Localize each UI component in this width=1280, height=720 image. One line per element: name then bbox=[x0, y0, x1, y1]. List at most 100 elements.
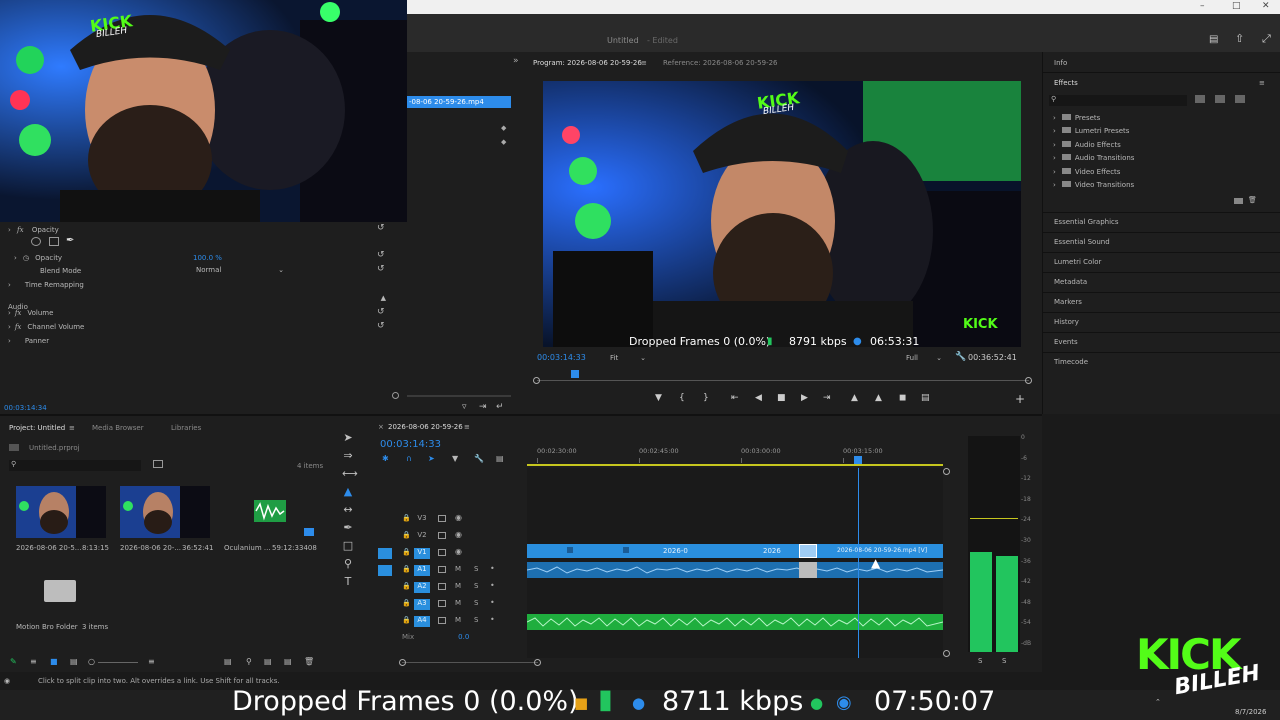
playhead-handle[interactable] bbox=[854, 456, 862, 464]
project-item-thumb[interactable] bbox=[16, 486, 106, 538]
blend-mode-dropdown[interactable]: Normal ⌄ bbox=[196, 266, 286, 274]
right-panel-section[interactable]: Timecode bbox=[1043, 352, 1280, 372]
lift-icon[interactable]: ▲ bbox=[851, 393, 858, 403]
solo-button[interactable]: S bbox=[474, 582, 478, 590]
comparison-icon[interactable]: ▤ bbox=[921, 393, 930, 403]
microphone-icon[interactable]: • bbox=[490, 615, 495, 624]
minimize-button[interactable]: – bbox=[1200, 1, 1205, 11]
linked-selection-icon[interactable]: ➤ bbox=[428, 454, 435, 463]
track-header[interactable]: 🔒 A2 M S • bbox=[378, 580, 526, 596]
folder-taskbar-icon[interactable]: ■ bbox=[574, 694, 588, 712]
accelerated-filter-icon[interactable] bbox=[1195, 95, 1205, 103]
sequence-tab[interactable]: 2026-08-06 20-59-26 bbox=[388, 423, 463, 431]
zoom-slider-handle[interactable]: ○ bbox=[88, 657, 95, 666]
time-remap-row[interactable]: › Time Remapping bbox=[8, 281, 84, 289]
track-header[interactable]: 🔒 A3 M S • bbox=[378, 597, 526, 613]
new-bin-from-search-icon[interactable] bbox=[153, 460, 163, 468]
freeform-view-icon[interactable]: ▤ bbox=[70, 657, 78, 666]
scroll-handle[interactable] bbox=[943, 650, 950, 657]
resolution-dropdown[interactable]: Full ⌄ bbox=[906, 354, 942, 362]
track-target[interactable] bbox=[378, 514, 392, 525]
tab-reference[interactable]: Reference: 2026-08-06 20-59-26 bbox=[663, 59, 778, 67]
mute-button[interactable]: M bbox=[455, 616, 461, 624]
automate-icon[interactable]: ▤ bbox=[224, 657, 232, 666]
selected-audio-segment[interactable] bbox=[799, 562, 817, 578]
effects-tab[interactable]: Effects bbox=[1054, 79, 1078, 87]
scroll-handle[interactable] bbox=[943, 468, 950, 475]
solo-button[interactable]: S bbox=[474, 565, 478, 573]
scroll-handle[interactable] bbox=[399, 659, 406, 666]
wrench-icon[interactable]: 🔧 bbox=[955, 352, 966, 362]
track-header[interactable]: 🔒 V3 ◉ bbox=[378, 512, 526, 528]
effects-tree-item[interactable]: › Audio Transitions bbox=[1053, 154, 1134, 162]
rect-mask-icon[interactable] bbox=[49, 237, 59, 246]
solo-button[interactable]: S bbox=[474, 599, 478, 607]
collapse-icon[interactable]: ▲ bbox=[381, 294, 386, 302]
keyframe-icon[interactable]: ◆ bbox=[501, 124, 506, 132]
pen-tool-icon[interactable]: ✒ bbox=[342, 522, 354, 534]
step-forward-icon[interactable]: ▶ bbox=[801, 393, 808, 403]
reset-icon[interactable]: ↺ bbox=[377, 321, 385, 331]
xbox-taskbar-icon[interactable]: ● bbox=[810, 694, 823, 712]
ripple-edit-tool-icon[interactable]: ⟷ bbox=[342, 468, 358, 480]
list-view-icon[interactable]: ≡ bbox=[30, 657, 37, 666]
work-area-bar[interactable] bbox=[527, 464, 943, 466]
expand-panel-icon[interactable]: » bbox=[513, 56, 519, 66]
info-tab[interactable]: Info bbox=[1054, 59, 1067, 67]
track-target[interactable] bbox=[378, 531, 392, 542]
solo-button[interactable]: S bbox=[474, 616, 478, 624]
right-panel-section[interactable]: Metadata bbox=[1043, 272, 1280, 292]
reset-icon[interactable]: ↺ bbox=[377, 307, 385, 317]
mark-in-icon[interactable]: { bbox=[679, 393, 685, 403]
microphone-icon[interactable]: • bbox=[490, 581, 495, 590]
keyframe-icon[interactable]: ◆ bbox=[501, 138, 506, 146]
eye-icon[interactable]: ◉ bbox=[455, 513, 462, 522]
tab-project[interactable]: Project: Untitled bbox=[9, 424, 65, 432]
snap-icon[interactable]: ∩ bbox=[406, 454, 412, 463]
right-panel-section[interactable]: Markers bbox=[1043, 292, 1280, 312]
go-to-in-icon[interactable]: ⇤ bbox=[731, 393, 739, 403]
find-icon[interactable]: ⚲ bbox=[246, 657, 252, 666]
solo-right[interactable]: S bbox=[1002, 657, 1006, 665]
reset-icon[interactable]: ↺ bbox=[377, 264, 385, 274]
mute-button[interactable]: M bbox=[455, 582, 461, 590]
effects-tree-item[interactable]: › Video Effects bbox=[1053, 167, 1120, 176]
microphone-icon[interactable]: • bbox=[490, 598, 495, 607]
track-area[interactable]: 2026-0 2026 2026-08-06 20-59-26.mp4 [V] … bbox=[526, 468, 944, 658]
nest-icon[interactable]: ✱ bbox=[382, 454, 389, 463]
scrub-end-handle[interactable] bbox=[1025, 377, 1032, 384]
lock-icon[interactable]: 🔒 bbox=[402, 582, 411, 590]
add-marker-icon[interactable]: ▼ bbox=[452, 454, 458, 463]
insert-icon[interactable]: ↵ bbox=[496, 402, 504, 412]
track-header[interactable]: 🔒 V2 ◉ bbox=[378, 529, 526, 545]
new-bin-icon[interactable] bbox=[1234, 198, 1243, 204]
close-button[interactable]: ✕ bbox=[1262, 1, 1270, 11]
right-panel-section[interactable]: Lumetri Color bbox=[1043, 252, 1280, 272]
filter-icon[interactable]: ▿ bbox=[462, 402, 467, 412]
go-to-out-icon[interactable]: ⇥ bbox=[823, 393, 831, 403]
mute-button[interactable]: M bbox=[455, 599, 461, 607]
rectangle-tool-icon[interactable]: □ bbox=[342, 540, 354, 552]
sort-icon[interactable]: ≡ bbox=[148, 657, 155, 666]
right-panel-section[interactable]: Events bbox=[1043, 332, 1280, 352]
sync-lock-icon[interactable] bbox=[438, 583, 446, 590]
panner-row[interactable]: › Panner bbox=[8, 337, 49, 345]
taskbar-app-icon[interactable]: ● bbox=[632, 694, 645, 712]
source-clip-selected[interactable]: -08-06 20-59-26.mp4 bbox=[407, 96, 511, 108]
fx-opacity-row[interactable]: › fx Opacity bbox=[8, 223, 59, 237]
captions-icon[interactable]: ▤ bbox=[496, 454, 504, 463]
channel-volume-row[interactable]: › fx Channel Volume bbox=[8, 323, 84, 331]
mute-button[interactable]: M bbox=[455, 565, 461, 573]
pencil-icon[interactable]: ✎ bbox=[10, 657, 17, 666]
opacity-value[interactable]: 100.0 % bbox=[193, 254, 222, 262]
lock-icon[interactable]: 🔒 bbox=[402, 514, 411, 522]
mix-value[interactable]: 0.0 bbox=[458, 633, 469, 641]
panel-menu-icon[interactable]: ≡ bbox=[641, 59, 647, 67]
panel-menu-icon[interactable]: ≡ bbox=[1259, 79, 1265, 87]
volume-row[interactable]: › fx Volume bbox=[8, 309, 53, 317]
program-timecode[interactable]: 00:03:14:33 bbox=[537, 353, 586, 362]
delete-icon[interactable]: 🗑 bbox=[1248, 196, 1257, 204]
right-panel-section[interactable]: Essential Graphics bbox=[1043, 212, 1280, 232]
clear-icon[interactable]: 🗑 bbox=[304, 657, 314, 666]
solo-left[interactable]: S bbox=[978, 657, 982, 665]
